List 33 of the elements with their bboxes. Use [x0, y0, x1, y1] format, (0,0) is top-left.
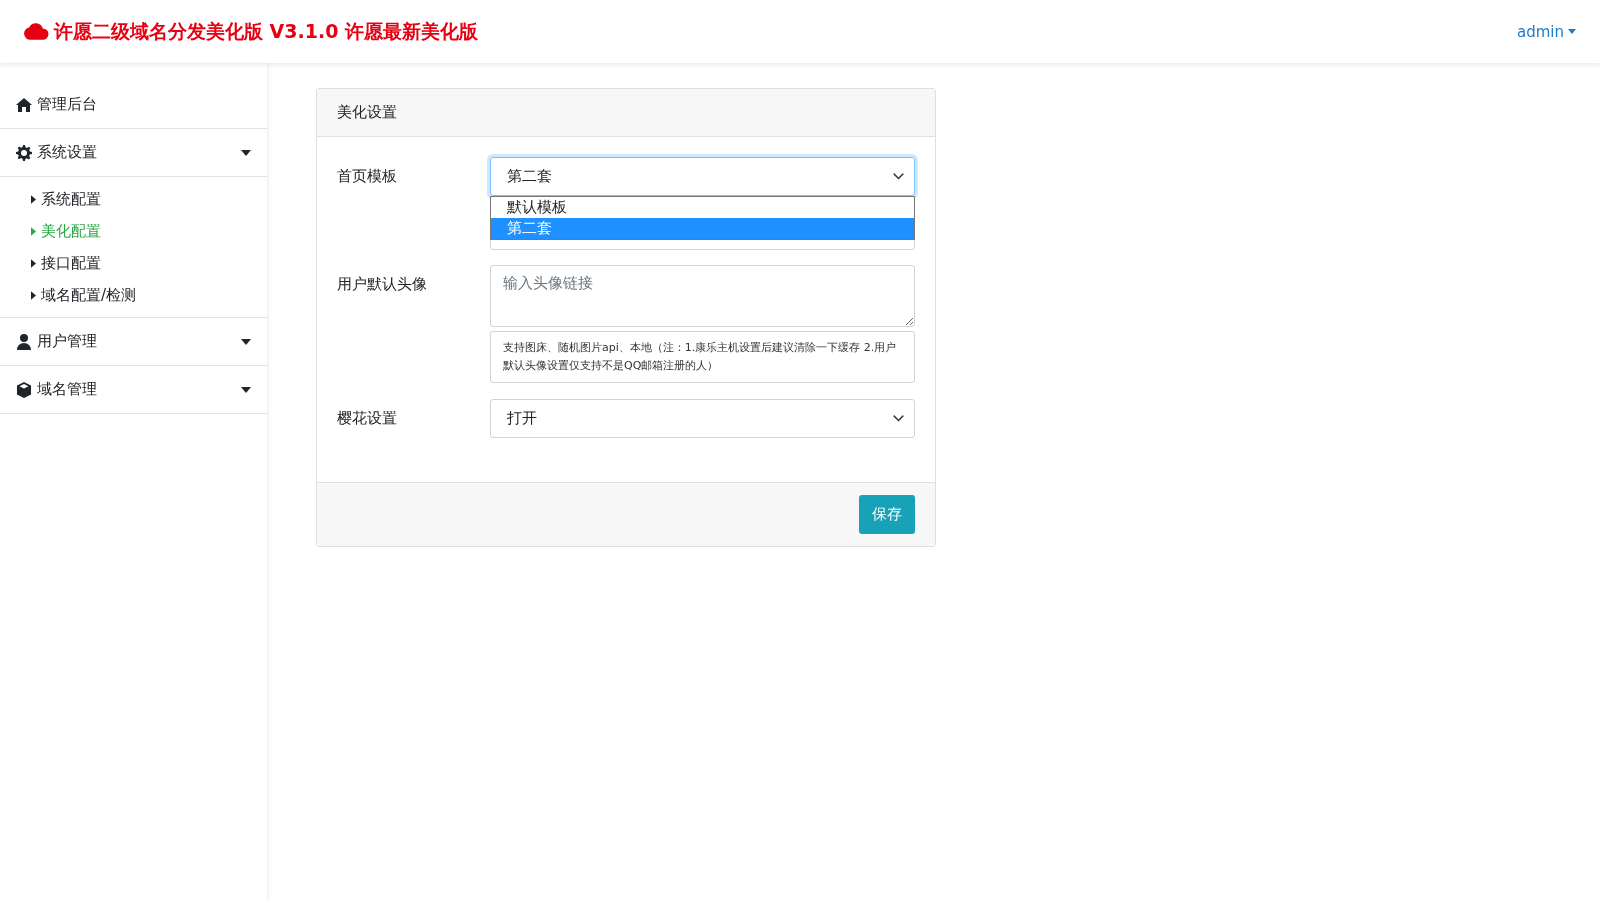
submenu-item[interactable]: 系统配置: [31, 183, 101, 215]
home-icon: [16, 96, 32, 113]
caret-icon: [241, 338, 251, 345]
caret-icon: [241, 149, 251, 156]
caret-icon: [31, 258, 36, 268]
caret-icon: [31, 290, 36, 300]
dropdown-option[interactable]: 默认模板: [491, 197, 914, 218]
cube-icon: [16, 381, 32, 398]
caret-icon: [31, 226, 36, 236]
chevron-icon: [893, 173, 904, 180]
nav-link[interactable]: 管理后台: [0, 81, 267, 129]
submenu-item[interactable]: 域名配置/检测: [31, 279, 137, 311]
select-field[interactable]: 打开: [490, 399, 915, 438]
panel-title: 美化设置: [337, 103, 397, 121]
site-title: 许愿二级域名分发美化版 V3.1.0 许愿最新美化版: [54, 18, 479, 44]
text-area[interactable]: 输入头像链接: [490, 265, 915, 327]
caret-icon: [1568, 29, 1576, 34]
nav-group[interactable]: 用户管理: [0, 318, 267, 366]
caret-icon: [241, 386, 251, 393]
cloud-icon: [24, 23, 49, 40]
nav-group[interactable]: 系统设置: [0, 129, 267, 177]
chevron-icon: [893, 415, 904, 422]
nav-group[interactable]: 域名管理: [0, 366, 267, 414]
person-icon: [16, 333, 32, 350]
select-field[interactable]: 第二套: [490, 157, 915, 196]
field-label: 用户默认头像: [337, 274, 428, 295]
field-label: 首页模板: [337, 166, 398, 187]
submenu-item[interactable]: 接口配置: [31, 247, 101, 279]
gear-icon: [16, 144, 32, 161]
field-label: 樱花设置: [337, 408, 398, 429]
help-text: 支持图床、随机图片api、本地（注：1.康乐主机设置后建议清除一下缓存 2.用户默认头像设置仅支持不是QQ邮箱注册的人）: [490, 331, 915, 383]
user-menu[interactable]: admin: [1517, 18, 1576, 45]
caret-icon: [31, 194, 36, 204]
